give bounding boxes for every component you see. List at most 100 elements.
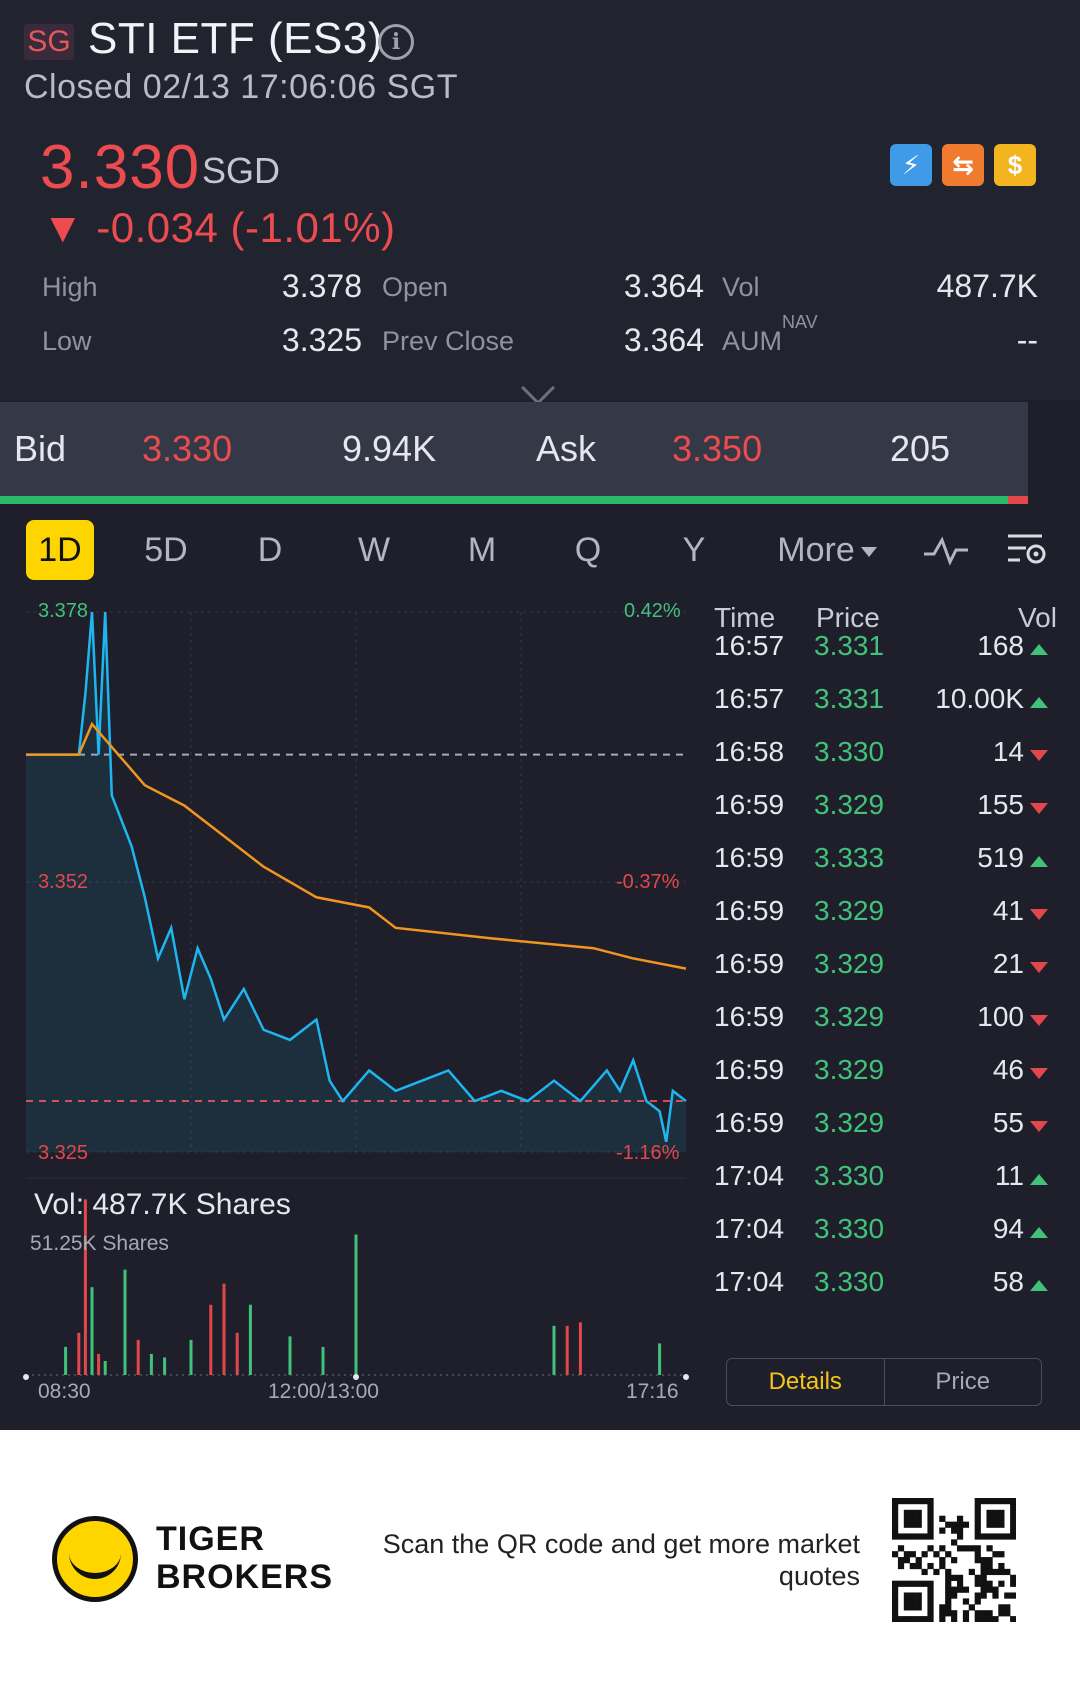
qr-module [1010, 1616, 1016, 1622]
qr-module [927, 1515, 934, 1522]
tick-row: 17:04 3.330 94 [700, 1213, 1080, 1266]
qr-module [974, 1580, 981, 1587]
lightning-badge-icon[interactable]: ⚡ [890, 144, 932, 186]
qr-module [927, 1527, 934, 1534]
volume-bar [235, 1332, 239, 1375]
tick-row: 16:59 3.329 100 [700, 1001, 1080, 1054]
up-arrow-icon [1030, 856, 1048, 867]
volume-bar [354, 1234, 358, 1375]
tick-price: 3.329 [814, 895, 885, 926]
details-tab[interactable]: Details [727, 1359, 885, 1405]
bid-ask-bar: Bid 3.330 9.94K Ask 3.350 205 [0, 402, 1028, 498]
qr-module [974, 1503, 981, 1511]
qr-module [986, 1557, 993, 1564]
price-tab[interactable]: Price [885, 1359, 1042, 1405]
qr-module [915, 1533, 922, 1540]
volume-bar [189, 1339, 193, 1375]
qr-module [933, 1568, 940, 1576]
down-arrow-icon [1030, 1015, 1048, 1026]
tick-volume: 519 [977, 842, 1024, 873]
qr-module [1004, 1604, 1011, 1611]
qr-code-icon[interactable] [892, 1498, 1016, 1622]
tick-time: 16:59 [714, 1054, 785, 1085]
qr-module [909, 1598, 916, 1605]
intraday-chart[interactable] [0, 590, 700, 1410]
exchange-badge-icon[interactable]: ⇆ [942, 144, 984, 186]
indicator-wave-icon[interactable] [922, 534, 970, 568]
qr-module [956, 1574, 964, 1581]
tick-row: 16:59 3.329 155 [700, 789, 1080, 842]
qr-module [962, 1545, 970, 1552]
volume-bar [222, 1283, 226, 1375]
qr-module [992, 1568, 999, 1576]
qr-module [909, 1580, 916, 1587]
tab-w[interactable]: W [352, 520, 396, 580]
nav-superscript: NAV [782, 312, 818, 332]
tick-price: 3.329 [814, 1107, 885, 1138]
qr-module [1010, 1498, 1016, 1505]
feature-badges: ⚡ ⇆ $ [890, 144, 1036, 186]
qr-module [939, 1557, 946, 1564]
down-arrow-icon [1030, 962, 1048, 973]
qr-module [974, 1509, 981, 1517]
qr-module [903, 1604, 911, 1611]
tick-volume: 10.00K [935, 683, 1024, 714]
qr-module [951, 1586, 958, 1593]
qr-module [992, 1521, 999, 1528]
tick-time: 17:04 [714, 1213, 785, 1244]
qr-module [1004, 1610, 1011, 1617]
last-price: 3.330 [40, 133, 201, 202]
qr-module [986, 1509, 993, 1517]
tick-row: 16:57 3.331 168 [700, 630, 1080, 683]
qr-module [980, 1616, 987, 1622]
qr-module [992, 1498, 999, 1505]
up-arrow-icon [1030, 1227, 1048, 1238]
qr-module [956, 1521, 964, 1528]
qr-module [897, 1562, 905, 1570]
qr-module [951, 1527, 958, 1534]
tab-more[interactable]: More [772, 520, 882, 580]
vol-label: Vol [722, 272, 760, 302]
tick-row: 17:04 3.330 11 [700, 1160, 1080, 1213]
tiger-brokers-logo-icon [52, 1516, 138, 1602]
volume-bar [321, 1346, 325, 1375]
tick-price: 3.333 [814, 842, 885, 873]
qr-module [892, 1610, 899, 1617]
expand-chevron-icon[interactable] [521, 371, 555, 405]
bid-label: Bid [14, 428, 67, 469]
tab-5d[interactable]: 5D [136, 520, 196, 580]
qr-module [986, 1545, 993, 1552]
tab-y[interactable]: Y [674, 520, 714, 580]
dollar-badge-icon[interactable]: $ [994, 144, 1036, 186]
qr-module [909, 1592, 916, 1599]
tick-row: 16:57 3.331 10.00K [700, 683, 1080, 736]
qr-module [951, 1610, 958, 1617]
time-and-sales-list[interactable]: 16:57 3.331 168 16:57 3.331 10.00K 16:58 3.330 1… [700, 630, 1080, 1350]
tick-price: 3.329 [814, 1054, 885, 1085]
chart-settings-icon[interactable] [1006, 530, 1050, 570]
tab-m[interactable]: M [462, 520, 502, 580]
qr-module [980, 1557, 987, 1564]
qr-module [909, 1498, 916, 1505]
volume-bar [552, 1325, 556, 1375]
volume-bar [163, 1357, 167, 1375]
tick-price: 3.330 [814, 1266, 885, 1297]
qr-module [980, 1586, 987, 1593]
qr-module [909, 1515, 916, 1522]
tick-time: 16:57 [714, 683, 785, 714]
chart-period-tabs: 1D 5D D W M Q Y More [0, 520, 1080, 584]
qr-module [992, 1509, 999, 1517]
tab-1d[interactable]: 1D [26, 520, 94, 580]
info-icon[interactable]: i [378, 24, 414, 60]
qr-module [986, 1616, 993, 1622]
qr-module [956, 1533, 964, 1540]
tab-d[interactable]: D [250, 520, 290, 580]
qr-module [921, 1533, 928, 1540]
tick-volume: 100 [977, 1001, 1024, 1032]
tab-q[interactable]: Q [568, 520, 608, 580]
tick-volume: 41 [992, 895, 1024, 926]
qr-module [921, 1616, 928, 1622]
tick-price: 3.329 [814, 1001, 885, 1032]
tick-view-toggle: Details Price [726, 1358, 1042, 1406]
tick-time: 16:59 [714, 948, 785, 979]
